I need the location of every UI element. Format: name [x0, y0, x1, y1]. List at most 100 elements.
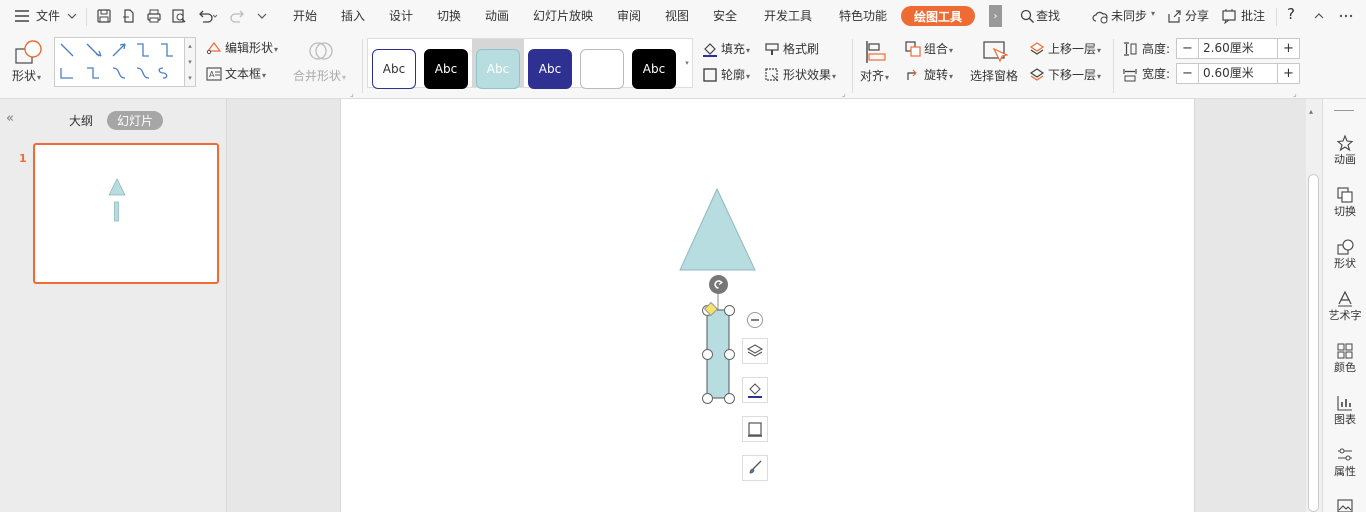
fill-button[interactable]: 填充▾	[721, 41, 750, 59]
tab-review[interactable]: 审阅	[617, 8, 641, 24]
sync-status[interactable]: 未同步	[1111, 8, 1147, 24]
sidebar-item-image[interactable]	[1323, 498, 1366, 512]
style-gallery-more-icon[interactable]: ▾	[682, 39, 692, 87]
style-swatch-0[interactable]: Abc	[372, 49, 416, 89]
width-decrease-button[interactable]: −	[1177, 64, 1199, 83]
more-options-icon[interactable]	[1339, 9, 1353, 23]
vertical-scrollbar[interactable]: ▴	[1306, 99, 1322, 512]
slide-canvas[interactable]	[340, 99, 1195, 512]
textbox-button[interactable]: 文本框▾	[225, 66, 266, 84]
send-backward-icon[interactable]	[1029, 67, 1045, 83]
resize-handle-bottom-right[interactable]	[724, 393, 735, 404]
file-menu[interactable]: 文件	[36, 8, 60, 24]
comment-button[interactable]: 批注	[1241, 8, 1265, 24]
cloud-sync-icon[interactable]	[1092, 9, 1110, 24]
more-tabs-chevron-icon[interactable]: ›	[989, 5, 1002, 27]
tab-view[interactable]: 视图	[665, 8, 689, 24]
selection-pane-icon[interactable]	[982, 39, 1008, 65]
width-increase-button[interactable]: +	[1277, 64, 1299, 83]
resize-handle-bottom-left[interactable]	[702, 393, 713, 404]
shape-icon[interactable]	[14, 39, 44, 65]
textbox-icon[interactable]: A	[206, 67, 222, 81]
sidebar-item-shape[interactable]: 形状	[1323, 238, 1366, 270]
dialog-launcher-icon[interactable]: ⌟	[350, 89, 354, 98]
search-label[interactable]: 查找	[1036, 8, 1060, 24]
format-brush-button[interactable]: 格式刷	[783, 41, 819, 57]
tab-outline[interactable]: 大纲	[69, 112, 93, 129]
tab-transitions[interactable]: 切换	[437, 8, 461, 24]
style-swatch-3[interactable]: Abc	[528, 49, 572, 89]
tab-animations[interactable]: 动画	[485, 8, 509, 24]
style-swatch-2[interactable]: Abc	[476, 49, 520, 89]
sidebar-item-transition[interactable]: 切换	[1323, 186, 1366, 218]
sidebar-item-properties[interactable]: 属性	[1323, 446, 1366, 478]
width-input[interactable]: 0.60厘米	[1203, 66, 1254, 81]
rotate-handle-icon[interactable]	[709, 275, 728, 294]
tab-design[interactable]: 设计	[389, 8, 413, 24]
tab-slideshow[interactable]: 幻灯片放映	[533, 8, 593, 24]
selection-pane-button[interactable]: 选择窗格	[970, 68, 1018, 84]
format-brush-quick-button[interactable]	[742, 455, 768, 481]
format-brush-icon[interactable]	[764, 41, 780, 57]
style-swatch-1[interactable]: Abc	[424, 49, 468, 89]
height-increase-button[interactable]: +	[1277, 39, 1299, 58]
fill-quick-button[interactable]	[742, 377, 768, 403]
sync-dropdown-icon[interactable]: ▾	[1151, 9, 1155, 18]
collapse-ribbon-icon[interactable]	[1313, 10, 1325, 22]
tab-insert[interactable]: 插入	[341, 8, 365, 24]
print-icon[interactable]	[146, 8, 162, 24]
customize-toolbar-icon[interactable]	[256, 10, 268, 22]
collapse-quickbar-icon[interactable]	[747, 312, 763, 328]
export-pdf-icon[interactable]	[121, 8, 137, 24]
hamburger-menu-icon[interactable]	[14, 9, 30, 23]
outline-button[interactable]: 轮廓▾	[721, 67, 750, 85]
print-preview-icon[interactable]	[171, 8, 187, 24]
collapse-panel-icon[interactable]: «	[6, 111, 14, 126]
shape-style-gallery[interactable]: Abc Abc Abc Abc Abc ▾	[367, 38, 693, 89]
shape-effect-button[interactable]: 形状效果▾	[783, 67, 836, 85]
tab-drawing-tools[interactable]: 绘图工具	[901, 6, 975, 26]
dialog-launcher-icon[interactable]: ⌟	[842, 89, 846, 98]
edit-shape-icon[interactable]	[206, 41, 222, 55]
rotate-button[interactable]: 旋转▾	[924, 67, 953, 85]
scroll-up-icon[interactable]: ▴	[1309, 107, 1313, 116]
style-swatch-4[interactable]	[580, 49, 624, 89]
tab-slides[interactable]: 幻灯片	[107, 111, 163, 130]
tab-developer[interactable]: 开发工具	[764, 8, 812, 24]
search-icon[interactable]	[1020, 9, 1035, 24]
share-button[interactable]: 分享	[1185, 8, 1209, 24]
resize-handle-middle-right[interactable]	[724, 349, 735, 360]
align-button[interactable]: 对齐▾	[860, 68, 889, 86]
outline-quick-button[interactable]	[742, 416, 768, 442]
rotate-icon[interactable]	[905, 67, 921, 83]
tab-home[interactable]: 开始	[293, 8, 317, 24]
edit-shape-button[interactable]: 编辑形状▾	[225, 40, 278, 58]
send-backward-button[interactable]: 下移一层▾	[1048, 67, 1101, 85]
resize-handle-middle-left[interactable]	[702, 349, 713, 360]
shape-gallery[interactable]: ▴ ▾ ▾	[54, 37, 196, 87]
group-icon[interactable]	[905, 41, 921, 57]
comment-icon[interactable]	[1221, 8, 1237, 24]
align-icon[interactable]	[864, 39, 888, 65]
scrollbar-thumb[interactable]	[1308, 174, 1319, 512]
help-icon[interactable]: ?	[1287, 6, 1295, 22]
redo-icon[interactable]	[230, 8, 246, 24]
height-stepper[interactable]: − 2.60厘米 +	[1176, 38, 1300, 59]
layers-quick-button[interactable]	[742, 338, 768, 364]
sidebar-item-animation[interactable]: 动画	[1323, 134, 1366, 166]
sidebar-item-chart[interactable]: 图表	[1323, 394, 1366, 426]
group-button[interactable]: 组合▾	[924, 41, 953, 59]
fill-bucket-icon[interactable]	[702, 41, 718, 57]
height-decrease-button[interactable]: −	[1177, 39, 1199, 58]
width-stepper[interactable]: − 0.60厘米 +	[1176, 63, 1300, 84]
bring-forward-button[interactable]: 上移一层▾	[1048, 41, 1101, 59]
chevron-down-icon[interactable]	[66, 10, 78, 22]
share-icon[interactable]	[1166, 8, 1182, 24]
save-icon[interactable]	[96, 8, 112, 24]
undo-icon[interactable]	[197, 8, 219, 24]
dialog-launcher-icon[interactable]: ⌟	[1293, 89, 1297, 98]
sidebar-item-wordart[interactable]: 艺术字	[1323, 290, 1366, 322]
bring-forward-icon[interactable]	[1029, 41, 1045, 57]
style-swatch-5[interactable]: Abc	[632, 49, 676, 89]
gallery-scroll-icon[interactable]: ▴ ▾ ▾	[184, 38, 195, 86]
